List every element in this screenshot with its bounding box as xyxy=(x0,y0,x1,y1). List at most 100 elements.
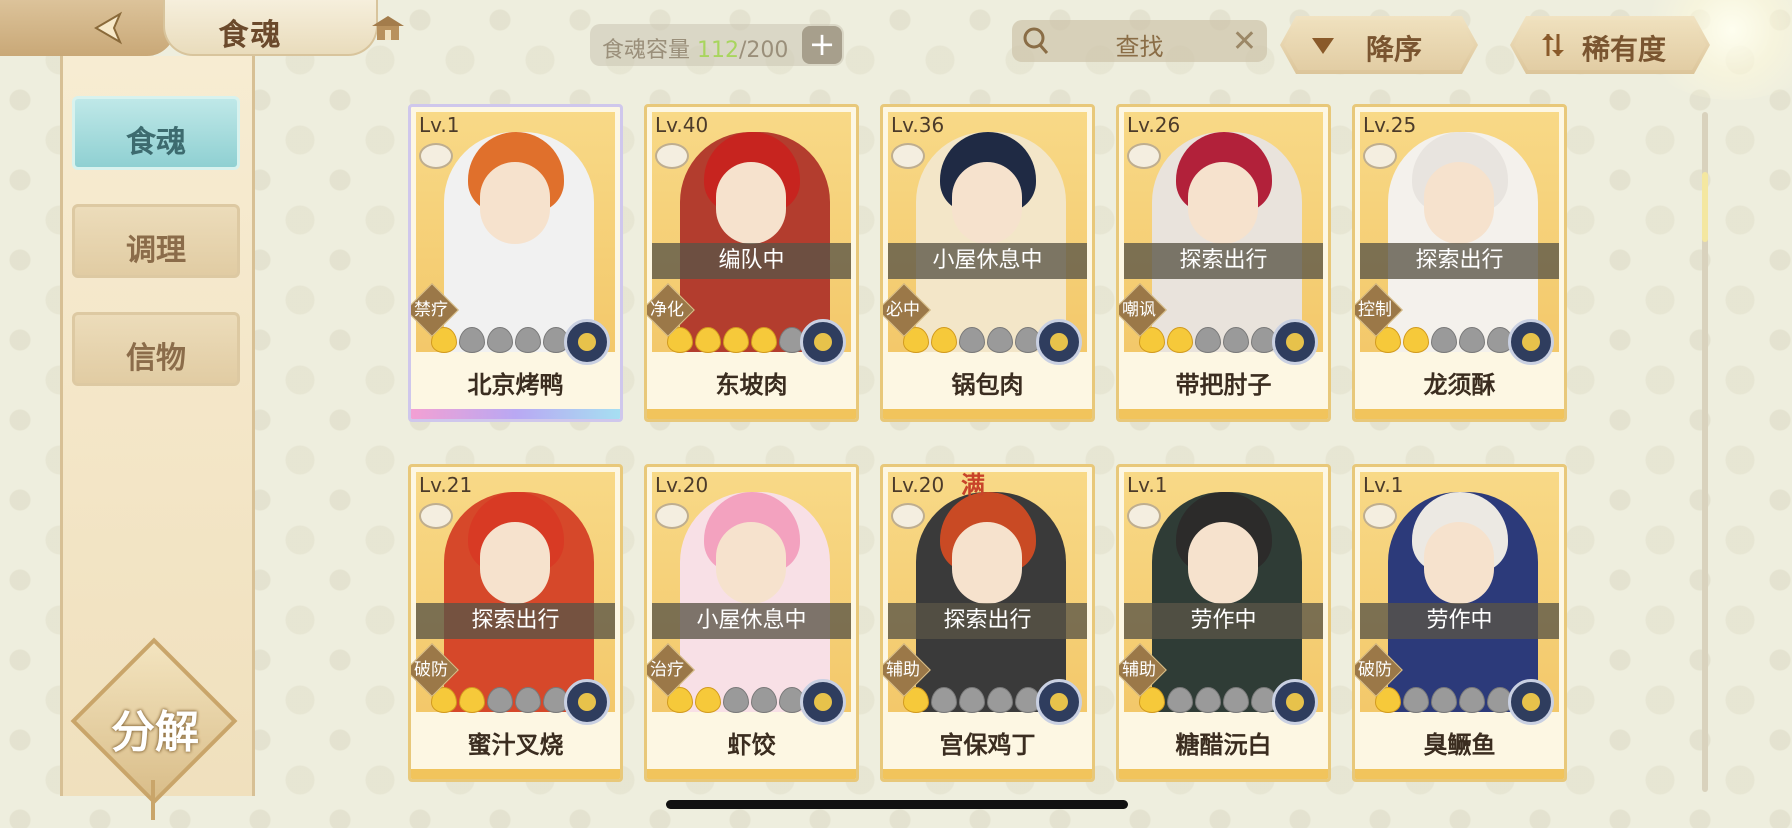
star-icon xyxy=(959,327,985,353)
status-banner: 探索出行 xyxy=(888,603,1087,639)
search-box[interactable]: 查找 ✕ xyxy=(1012,20,1267,62)
star-icon xyxy=(487,327,513,353)
bowl-icon xyxy=(655,143,689,169)
expand-capacity-button[interactable]: + xyxy=(802,26,842,64)
bowl-icon xyxy=(1127,503,1161,529)
star-icon xyxy=(1223,687,1249,713)
role-badge: 破防 xyxy=(411,655,453,685)
food-soul-card[interactable]: Lv.21 探索出行 破防 蜜汁叉烧 xyxy=(408,464,623,782)
max-badge: 满 xyxy=(961,471,985,499)
tassel-decoration xyxy=(151,780,155,820)
food-soul-name: 宫保鸡丁 xyxy=(939,731,1036,759)
role-badge: 破防 xyxy=(1355,655,1397,685)
star-icon xyxy=(459,327,485,353)
clear-icon[interactable]: ✕ xyxy=(1232,24,1257,59)
page-title: 食魂 xyxy=(218,18,283,53)
bowl-icon xyxy=(1363,143,1397,169)
star-icon xyxy=(1223,327,1249,353)
status-banner: 劳作中 xyxy=(1360,603,1559,639)
level-label: Lv.20 xyxy=(655,473,709,497)
swap-vertical-icon xyxy=(1540,32,1566,58)
back-button[interactable] xyxy=(0,0,175,56)
bowl-icon xyxy=(419,143,453,169)
food-soul-card[interactable]: Lv.20 满探索出行辅助宫保鸡丁 xyxy=(880,464,1095,782)
rarity-stars xyxy=(431,687,569,713)
star-icon xyxy=(931,327,957,353)
level-label: Lv.1 xyxy=(419,113,460,137)
level-label: Lv.20 xyxy=(891,473,945,497)
level-label: Lv.40 xyxy=(655,113,709,137)
rarity-stars xyxy=(1375,687,1513,713)
food-soul-name: 锅包肉 xyxy=(951,371,1024,399)
food-soul-card[interactable]: Lv.1 劳作中 破防 臭鳜鱼 xyxy=(1352,464,1567,782)
food-soul-name: 糖醋沅白 xyxy=(1175,731,1272,759)
bowl-icon xyxy=(655,503,689,529)
status-banner: 探索出行 xyxy=(1360,243,1559,279)
star-icon xyxy=(695,687,721,713)
star-icon xyxy=(959,687,985,713)
decompose-label: 分解 xyxy=(111,707,199,758)
home-indicator xyxy=(666,800,1128,809)
food-soul-card[interactable]: Lv.1 劳作中 辅助 糖醋沅白 xyxy=(1116,464,1331,782)
house-icon[interactable] xyxy=(370,14,406,44)
tab-food-souls[interactable]: 食魂 xyxy=(72,96,240,170)
food-soul-name: 东坡肉 xyxy=(715,371,788,399)
back-arrow-icon xyxy=(94,11,123,45)
star-icon xyxy=(1195,687,1221,713)
capacity-indicator: 食魂容量 112/200 + xyxy=(590,24,844,66)
food-soul-name: 龙须酥 xyxy=(1423,371,1496,399)
role-badge: 辅助 xyxy=(883,655,925,685)
role-badge: 禁疗 xyxy=(411,295,453,325)
star-icon xyxy=(1459,687,1485,713)
scrollbar-thumb[interactable] xyxy=(1702,172,1708,242)
sort-order-label: 降序 xyxy=(1366,33,1423,66)
triangle-down-icon xyxy=(1310,32,1336,58)
capacity-label: 食魂容量 xyxy=(602,38,691,63)
role-badge: 嘲讽 xyxy=(1119,295,1161,325)
element-emblem-icon xyxy=(564,319,610,365)
star-icon xyxy=(1167,327,1193,353)
tab-label: 信物 xyxy=(126,341,186,376)
status-banner: 小屋休息中 xyxy=(888,243,1087,279)
star-icon xyxy=(1195,327,1221,353)
food-soul-card[interactable]: Lv.40 编队中 净化 东坡肉 xyxy=(644,104,859,422)
role-badge: 治疗 xyxy=(647,655,689,685)
star-icon xyxy=(459,687,485,713)
food-soul-card[interactable]: Lv.36 小屋休息中 必中 锅包肉 xyxy=(880,104,1095,422)
element-emblem-icon xyxy=(1272,319,1318,365)
level-label: Lv.25 xyxy=(1363,113,1417,137)
sort-by-button[interactable]: 稀有度 xyxy=(1510,16,1710,74)
star-icon xyxy=(1403,327,1429,353)
sort-order-button[interactable]: 降序 xyxy=(1280,16,1478,74)
star-icon xyxy=(751,327,777,353)
tab-label: 调理 xyxy=(126,233,186,268)
level-label: Lv.21 xyxy=(419,473,473,497)
star-icon xyxy=(987,327,1013,353)
rarity-stars xyxy=(1375,327,1513,353)
star-icon xyxy=(515,327,541,353)
level-label: Lv.1 xyxy=(1363,473,1404,497)
star-icon xyxy=(1459,327,1485,353)
tab-tokens[interactable]: 信物 xyxy=(72,312,240,386)
element-emblem-icon xyxy=(1036,679,1082,725)
element-emblem-icon xyxy=(564,679,610,725)
star-icon xyxy=(1167,687,1193,713)
role-badge: 控制 xyxy=(1355,295,1397,325)
food-soul-card[interactable]: Lv.20 小屋休息中 治疗 虾饺 xyxy=(644,464,859,782)
bowl-icon xyxy=(1363,503,1397,529)
element-emblem-icon xyxy=(800,679,846,725)
element-emblem-icon xyxy=(1508,679,1554,725)
tab-cooking[interactable]: 调理 xyxy=(72,204,240,278)
food-soul-card[interactable]: Lv.26 探索出行 嘲讽 带把肘子 xyxy=(1116,104,1331,422)
star-icon xyxy=(1431,687,1457,713)
star-icon xyxy=(723,687,749,713)
star-icon xyxy=(695,327,721,353)
capacity-current: 112 xyxy=(697,38,740,63)
food-soul-card[interactable]: Lv.1 禁疗 北京烤鸭 xyxy=(408,104,623,422)
tab-label: 食魂 xyxy=(126,125,186,160)
title-bar: 食魂 xyxy=(163,0,378,56)
search-placeholder: 查找 xyxy=(1115,33,1164,61)
role-badge: 必中 xyxy=(883,295,925,325)
star-icon xyxy=(515,687,541,713)
food-soul-card[interactable]: Lv.25 探索出行控制龙须酥 xyxy=(1352,104,1567,422)
